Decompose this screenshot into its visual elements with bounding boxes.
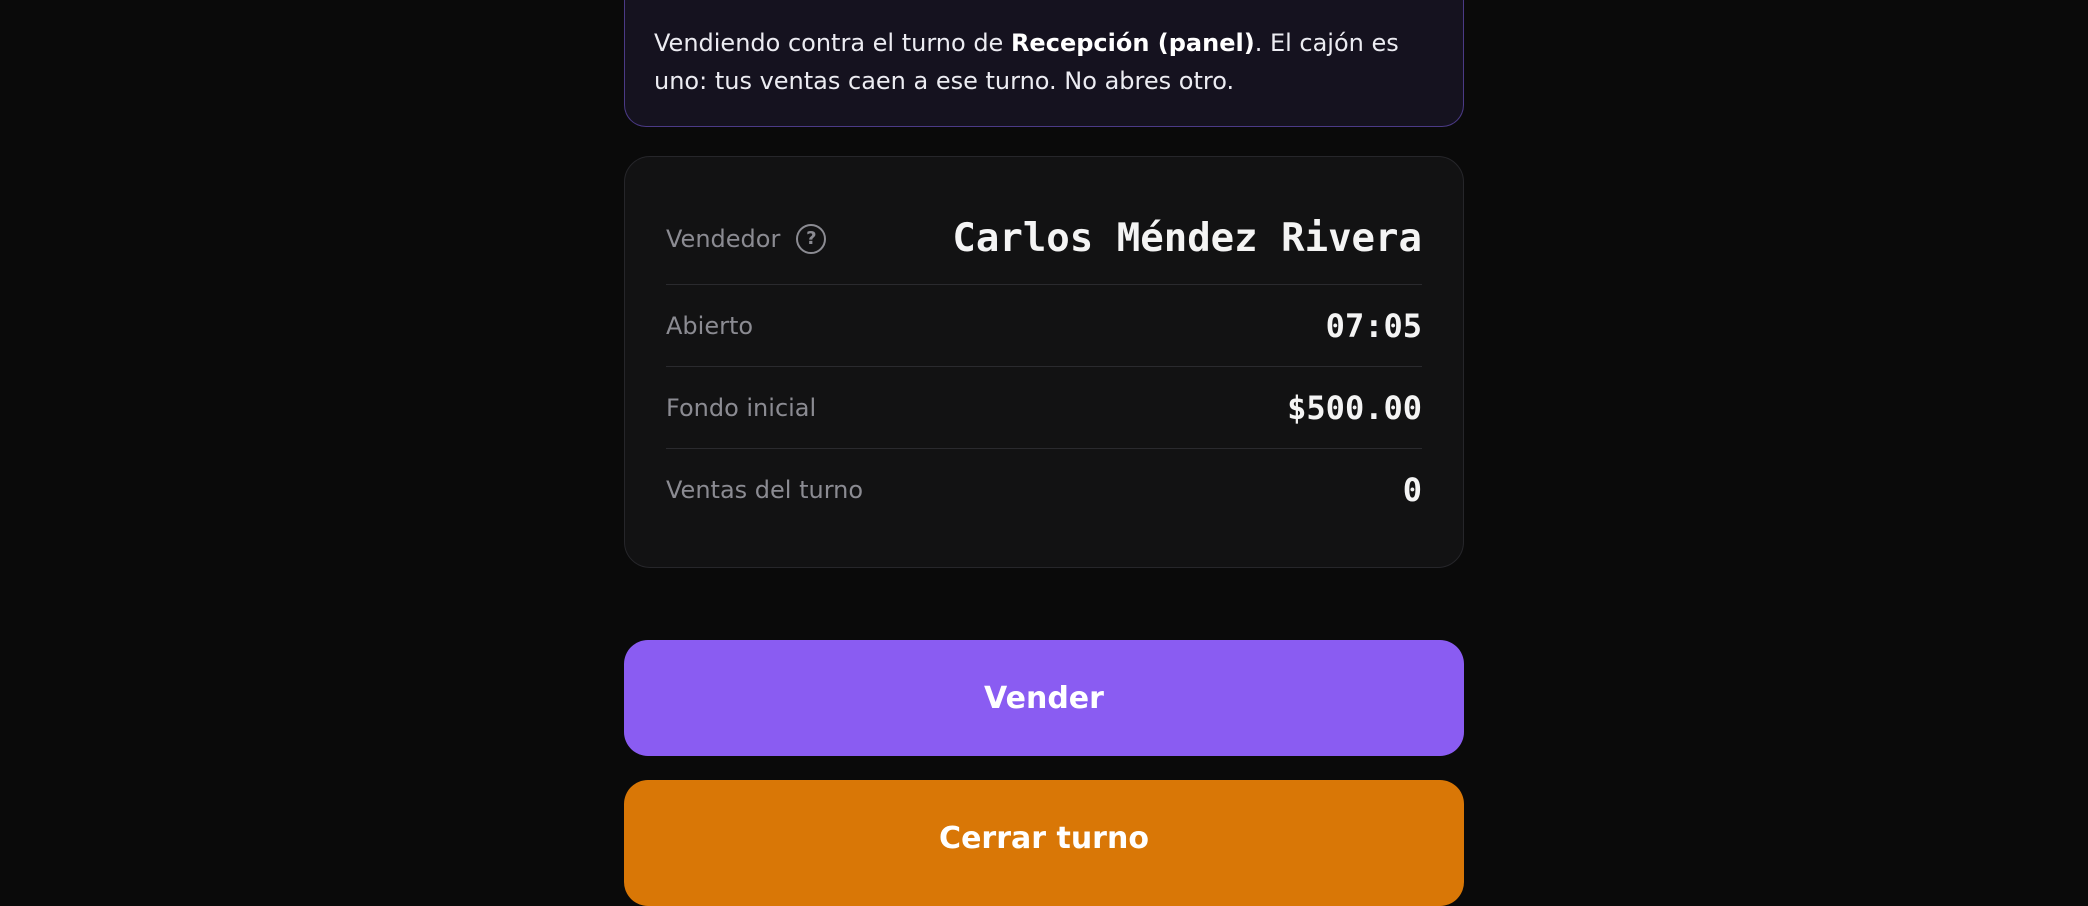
sales-label: Ventas del turno bbox=[666, 476, 864, 504]
float-row: Fondo inicial $500.00 bbox=[666, 367, 1422, 449]
sell-button[interactable]: Vender bbox=[624, 640, 1464, 756]
float-label: Fondo inicial bbox=[666, 393, 817, 422]
opened-row: Abierto 07:05 bbox=[666, 285, 1422, 367]
seller-label: Vendedor bbox=[666, 224, 781, 253]
question-circle-icon[interactable]: ? bbox=[796, 223, 827, 254]
sales-value: 0 bbox=[1402, 471, 1422, 509]
shared-shift-notice: Vendiendo contra el turno de Recepción (… bbox=[624, 0, 1464, 127]
notice-prefix: Vendiendo contra el turno de bbox=[654, 29, 1011, 57]
seller-row: Vendedor ? Carlos Méndez Rivera bbox=[666, 193, 1422, 285]
close-shift-button[interactable]: Cerrar turno bbox=[624, 780, 1464, 906]
seller-value: Carlos Méndez Rivera bbox=[952, 216, 1422, 261]
shift-summary-card: Vendedor ? Carlos Méndez Rivera Abierto … bbox=[624, 156, 1464, 568]
notice-shift-name: Recepción (panel) bbox=[1010, 29, 1255, 57]
sales-row: Ventas del turno 0 bbox=[666, 449, 1422, 531]
seller-label-group: Vendedor ? bbox=[666, 223, 827, 254]
float-value: $500.00 bbox=[1287, 388, 1422, 427]
opened-value: 07:05 bbox=[1325, 306, 1422, 345]
opened-label: Abierto bbox=[666, 311, 754, 340]
